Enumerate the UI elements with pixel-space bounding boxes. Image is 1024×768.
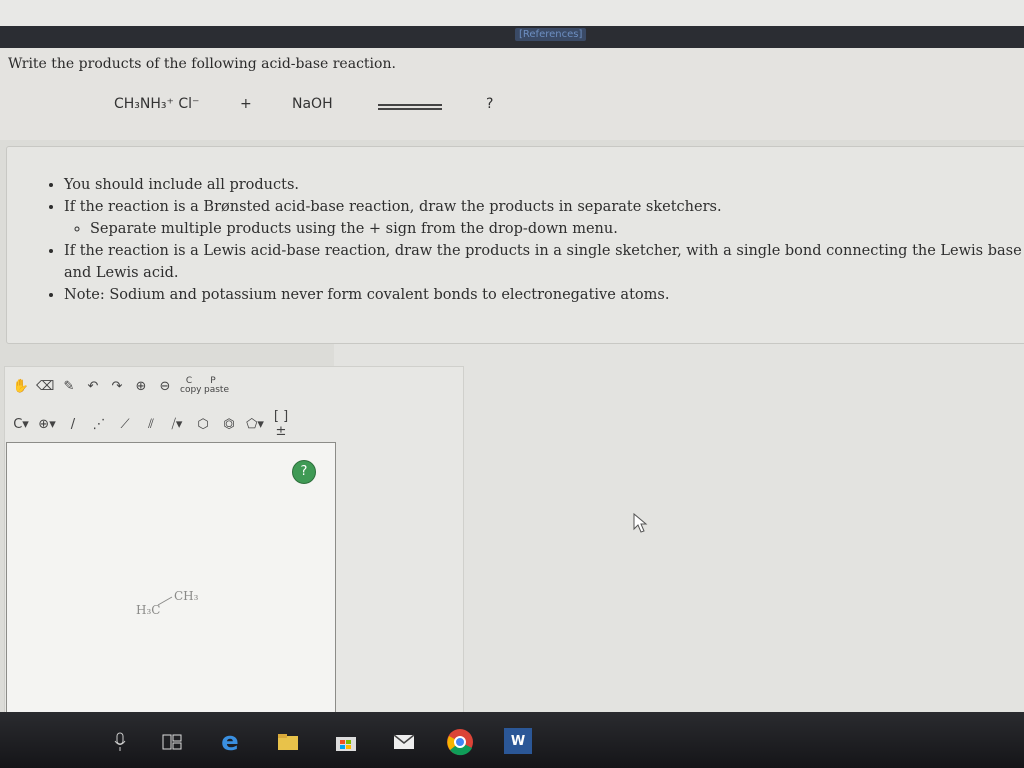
references-link[interactable]: [References] bbox=[515, 28, 587, 41]
question-prompt: Write the products of the following acid… bbox=[8, 56, 396, 72]
header-bar bbox=[0, 26, 1024, 50]
undo-icon[interactable]: ↶ bbox=[84, 379, 102, 394]
file-explorer-icon[interactable] bbox=[276, 730, 300, 754]
instruction-item: If the reaction is a Lewis acid-base rea… bbox=[64, 240, 1024, 284]
wedge-bond-tool[interactable]: ⟋ bbox=[116, 417, 134, 432]
ring-menu[interactable]: ⬠▾ bbox=[246, 417, 264, 432]
paste-button[interactable]: Ppaste bbox=[204, 377, 229, 395]
zoom-in-icon[interactable]: ⊕ bbox=[132, 379, 150, 394]
edge-icon[interactable]: e bbox=[218, 727, 242, 757]
chrome-icon[interactable] bbox=[446, 728, 474, 756]
dashed-bond-tool[interactable]: ⋰ bbox=[90, 417, 108, 432]
equilibrium-arrow bbox=[378, 104, 442, 110]
instruction-item: If the reaction is a Brønsted acid-base … bbox=[64, 196, 1024, 240]
atom-selector[interactable]: C▾ bbox=[12, 417, 30, 432]
pencil-icon[interactable]: ✎ bbox=[60, 379, 78, 394]
eraser-icon[interactable]: ⌫ bbox=[36, 379, 54, 394]
cyclohexane-icon[interactable]: ⬡ bbox=[194, 417, 212, 432]
hand-icon[interactable]: ✋ bbox=[12, 379, 30, 394]
sketcher-toolbar-tools: C▾ ⊕▾ / ⋰ ⟋ ⫽ ⧸▾ ⬡ ⏣ ⬠▾ [ ]± bbox=[12, 409, 290, 439]
double-bond-tool[interactable]: ⫽ bbox=[142, 417, 160, 432]
help-icon[interactable]: ? bbox=[292, 460, 316, 484]
instruction-subitem: Separate multiple products using the + s… bbox=[90, 218, 1024, 240]
molecule-left-atom: H₃C bbox=[136, 603, 161, 617]
instruction-text: If the reaction is a Brønsted acid-base … bbox=[64, 199, 722, 215]
sketcher-toolbar-top: ✋ ⌫ ✎ ↶ ↷ ⊕ ⊖ Ccopy Ppaste bbox=[12, 376, 229, 396]
instruction-item: You should include all products. bbox=[64, 174, 1024, 196]
microphone-icon[interactable] bbox=[108, 730, 132, 754]
bracket-tool[interactable]: [ ]± bbox=[272, 409, 290, 439]
redo-icon[interactable]: ↷ bbox=[108, 379, 126, 394]
task-view-icon[interactable] bbox=[160, 730, 184, 754]
zoom-out-icon[interactable]: ⊖ bbox=[156, 379, 174, 394]
plus-sign: + bbox=[240, 96, 252, 112]
product-placeholder: ? bbox=[486, 96, 494, 112]
instructions-list: You should include all products. If the … bbox=[38, 174, 1024, 306]
reactant-2: NaOH bbox=[292, 96, 333, 112]
mail-icon[interactable] bbox=[392, 730, 416, 754]
reactant-1: CH₃NH₃⁺ Cl⁻ bbox=[114, 96, 200, 112]
single-bond-tool[interactable]: / bbox=[64, 417, 82, 432]
mouse-cursor-icon bbox=[633, 512, 648, 533]
charge-selector[interactable]: ⊕▾ bbox=[38, 417, 56, 432]
browser-top-strip bbox=[0, 0, 1024, 28]
store-icon[interactable] bbox=[334, 730, 358, 754]
instruction-item: Note: Sodium and potassium never form co… bbox=[64, 284, 1024, 306]
word-icon[interactable]: W bbox=[504, 728, 532, 754]
bond-menu[interactable]: ⧸▾ bbox=[168, 417, 186, 432]
molecule-right-atom: CH₃ bbox=[174, 589, 199, 603]
benzene-icon[interactable]: ⏣ bbox=[220, 417, 238, 432]
copy-button[interactable]: Ccopy bbox=[180, 377, 202, 395]
